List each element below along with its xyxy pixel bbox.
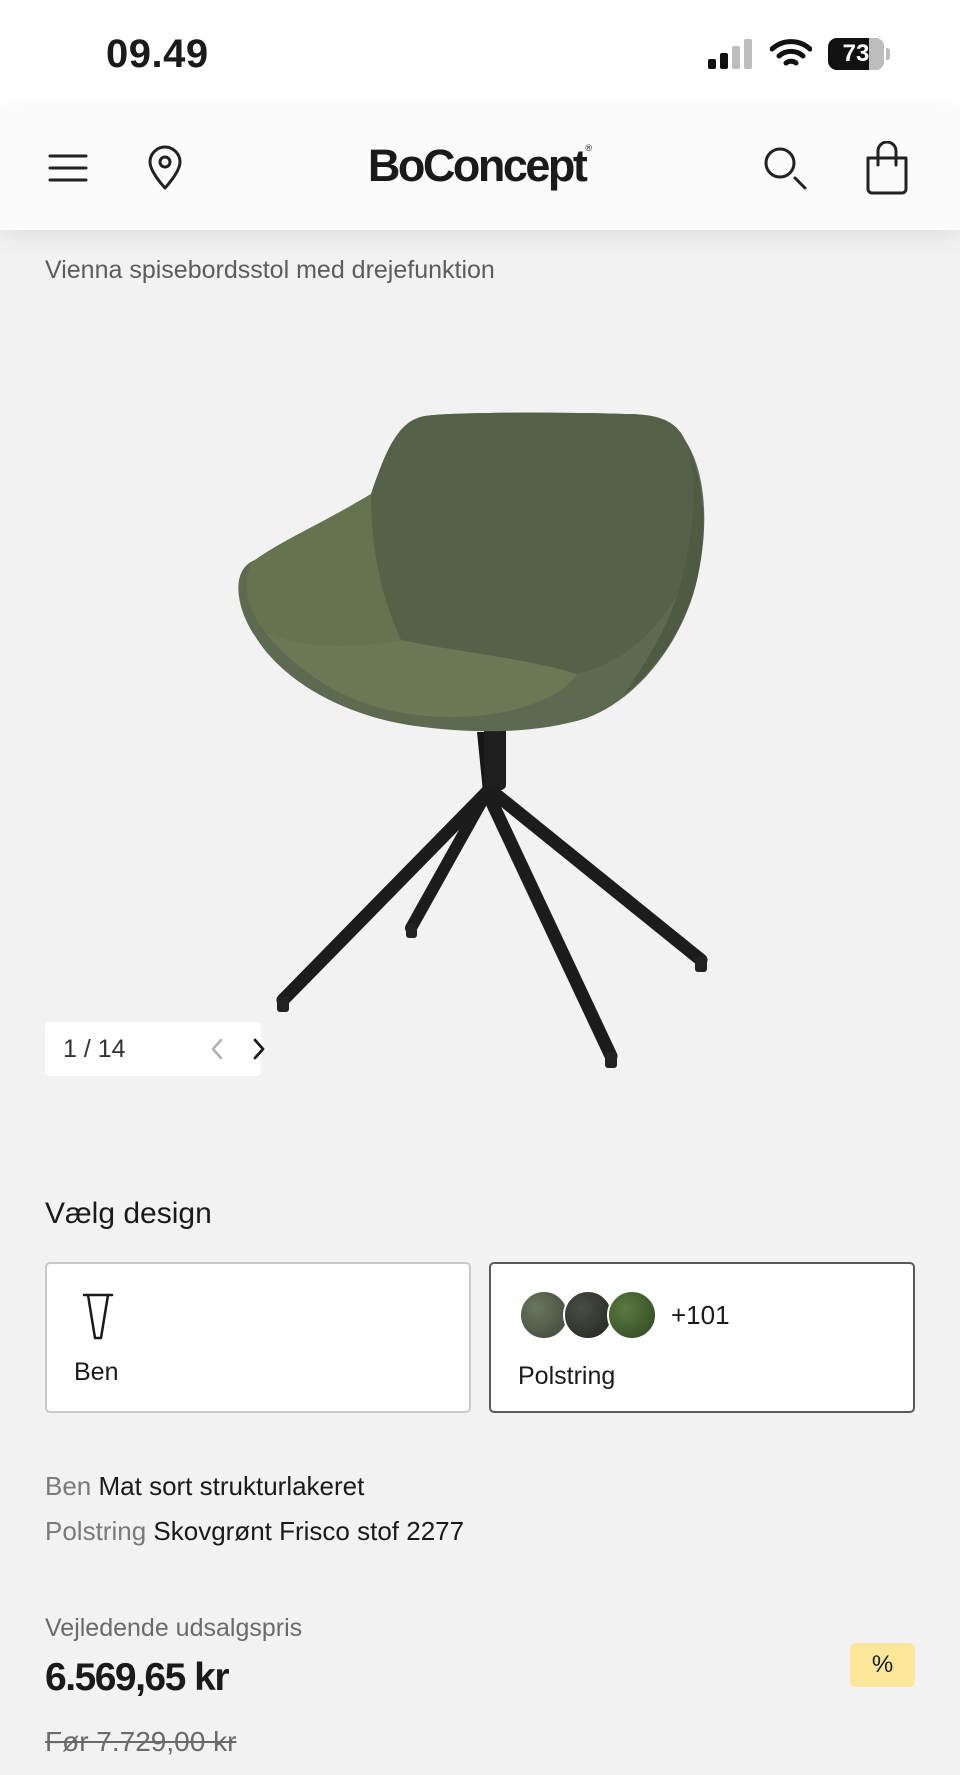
- gallery-counter: 1 / 14: [63, 1034, 126, 1063]
- status-icons: 73: [708, 38, 890, 70]
- brand-logo[interactable]: BoConcept®: [0, 140, 960, 192]
- spec-legs: Ben Mat sort strukturlakeret: [45, 1471, 364, 1502]
- wifi-icon: [770, 39, 812, 66]
- spec-legs-key: Ben: [45, 1471, 92, 1501]
- cellular-signal-icon: [708, 39, 752, 69]
- fabric-swatch-2: [563, 1290, 613, 1340]
- chair-base: [276, 718, 708, 1068]
- old-price: Før 7.729,00 kr: [45, 1726, 237, 1757]
- chevron-right-icon: [253, 1038, 265, 1060]
- gallery-next-button[interactable]: [245, 1035, 273, 1063]
- search-icon: [764, 147, 807, 190]
- spec-upholstery-value: Skovgrønt Frisco stof 2277: [153, 1516, 465, 1546]
- design-option-upholstery-label: Polstring: [518, 1362, 616, 1390]
- status-time: 09.49: [106, 32, 209, 76]
- chevron-left-icon: [211, 1038, 223, 1060]
- design-heading: Vælg design: [45, 1197, 212, 1230]
- design-option-upholstery[interactable]: +101 Polstring: [489, 1262, 915, 1413]
- gallery-prev-button[interactable]: [203, 1035, 231, 1063]
- fabric-swatch-1: [519, 1290, 569, 1340]
- discount-badge[interactable]: %: [850, 1643, 915, 1687]
- price-label: Vejledende udsalgspris: [45, 1614, 303, 1642]
- spec-upholstery: Polstring Skovgrønt Frisco stof 2277: [45, 1516, 464, 1547]
- product-image[interactable]: [225, 400, 735, 1080]
- logo-text: BoConcept: [367, 140, 588, 191]
- image-gallery-pager: 1 / 14: [45, 1022, 265, 1076]
- battery-icon: 73: [828, 38, 890, 70]
- product-title: Vienna spisebordsstol med drejefunktion: [45, 256, 495, 284]
- top-navigation: BoConcept®: [0, 106, 960, 230]
- spec-upholstery-key: Polstring: [45, 1516, 147, 1546]
- shopping-bag-icon: [866, 141, 908, 195]
- fabric-swatch-3: [607, 1290, 657, 1340]
- search-button[interactable]: [755, 138, 815, 198]
- design-option-legs-label: Ben: [74, 1358, 119, 1386]
- logo-registered-mark: ®: [585, 143, 593, 153]
- cart-button[interactable]: [857, 138, 917, 198]
- more-swatches-count: +101: [671, 1300, 730, 1330]
- current-price: 6.569,65 kr: [45, 1656, 230, 1699]
- chair-seat: [238, 412, 705, 732]
- spec-legs-value: Mat sort strukturlakeret: [98, 1471, 365, 1501]
- status-bar: 09.49 73: [0, 0, 960, 106]
- battery-level: 73: [842, 40, 870, 67]
- chair-leg-icon: [82, 1293, 114, 1340]
- design-option-legs[interactable]: Ben: [45, 1262, 471, 1413]
